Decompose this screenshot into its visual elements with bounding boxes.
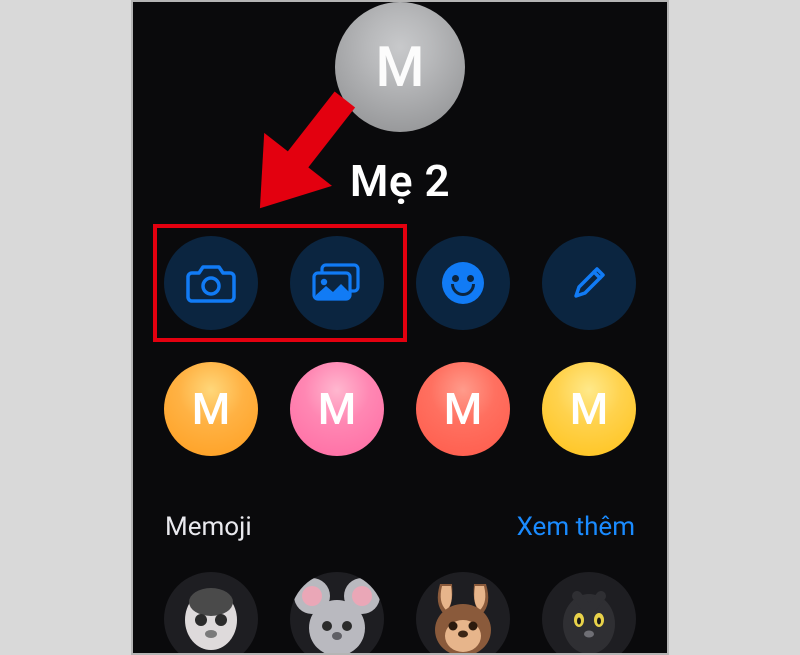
photos-icon xyxy=(310,261,364,305)
memoji-option-4[interactable] xyxy=(542,572,636,655)
memoji-icon xyxy=(549,578,629,655)
emoji-button[interactable] xyxy=(416,236,510,330)
memoji-label: Memoji xyxy=(165,512,252,542)
camera-icon xyxy=(186,263,236,303)
memoji-option-1[interactable] xyxy=(164,572,258,655)
photos-button[interactable] xyxy=(290,236,384,330)
monogram-letter: M xyxy=(192,383,230,435)
memoji-option-2[interactable] xyxy=(290,572,384,655)
memoji-icon xyxy=(292,578,382,655)
photo-source-options xyxy=(133,236,667,330)
contact-photo-editor: M Mẹ 2 xyxy=(133,2,667,653)
memoji-section-header: Memoji Xem thêm xyxy=(165,512,635,542)
monogram-option-yellow[interactable]: M xyxy=(542,362,636,456)
camera-button[interactable] xyxy=(164,236,258,330)
phone-frame: M Mẹ 2 xyxy=(131,0,669,655)
edit-button[interactable] xyxy=(542,236,636,330)
memoji-options xyxy=(133,572,667,655)
monogram-color-options: M M M M xyxy=(133,362,667,456)
memoji-icon xyxy=(418,578,508,655)
contact-name: Mẹ 2 xyxy=(133,155,667,207)
memoji-icon xyxy=(171,578,251,655)
monogram-letter: M xyxy=(318,383,356,435)
monogram-option-pink[interactable]: M xyxy=(290,362,384,456)
emoji-icon xyxy=(442,262,484,304)
pencil-icon xyxy=(569,263,609,303)
monogram-letter: M xyxy=(444,383,482,435)
contact-avatar[interactable]: M xyxy=(335,2,465,132)
monogram-option-orange[interactable]: M xyxy=(164,362,258,456)
memoji-option-3[interactable] xyxy=(416,572,510,655)
monogram-letter: M xyxy=(570,383,608,435)
see-more-link[interactable]: Xem thêm xyxy=(517,512,635,542)
avatar-initial: M xyxy=(376,34,425,100)
monogram-option-red[interactable]: M xyxy=(416,362,510,456)
